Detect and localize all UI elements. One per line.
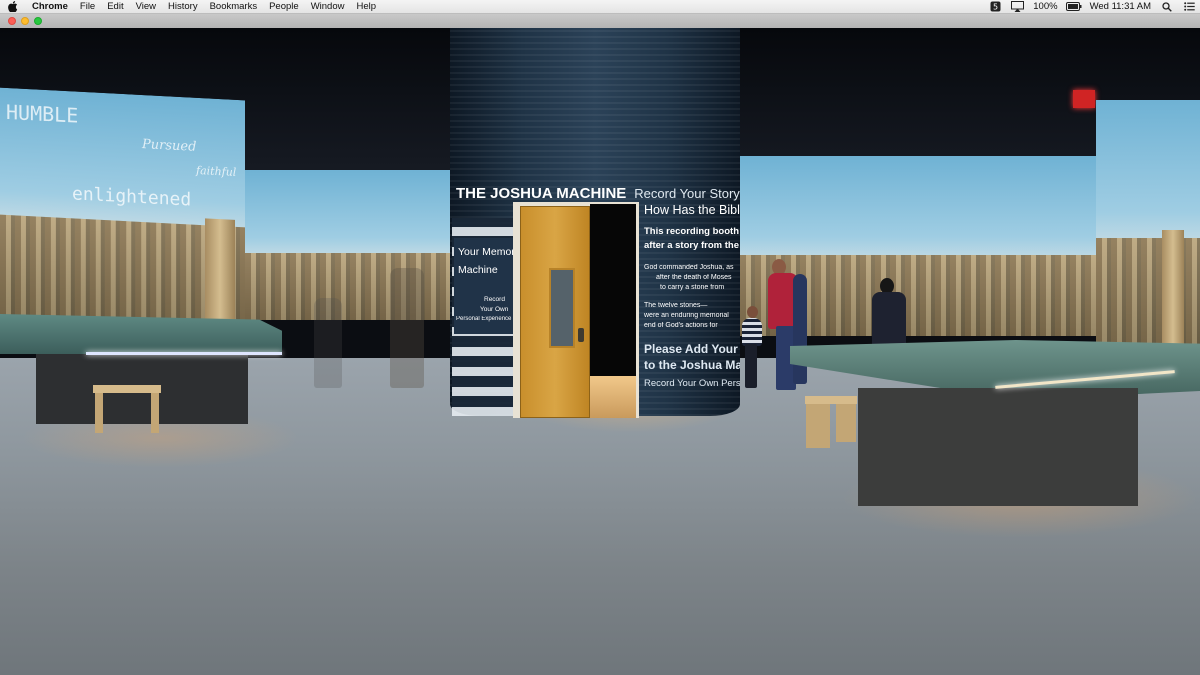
shield-badge-icon[interactable]: 5 [987, 0, 1003, 14]
projected-word-faithful: faithful [196, 163, 237, 179]
booth-door-window [549, 268, 575, 348]
booth-title: THE JOSHUA MACHINE Record Your Story [456, 182, 740, 204]
bell-tower [205, 218, 235, 330]
window-minimize-button[interactable] [21, 17, 29, 25]
booth-line-2: after a story from the [644, 240, 740, 251]
projected-word-pursued: Pursued [142, 137, 197, 155]
cta-line-2: to the Joshua Mac [644, 358, 740, 372]
memory-panel: Your Memory Machine [454, 238, 520, 294]
menu-bar-left: Chrome File Edit View History Bookmarks … [0, 0, 382, 14]
cta-line-3: Record Your Own Person [644, 378, 740, 389]
apple-icon[interactable] [0, 0, 26, 14]
booth-question: How Has the Bible [644, 203, 740, 217]
battery-icon[interactable] [1065, 0, 1082, 14]
body-text-1: God commanded Joshua, as [644, 264, 734, 271]
body-text-6: end of God's actions for [644, 322, 718, 329]
visitor-child-pants [745, 344, 757, 388]
exit-sign [1073, 90, 1095, 108]
booth-line-1: This recording booth is [644, 226, 740, 237]
projection-screen-far-right [1096, 100, 1200, 350]
battery-percent[interactable]: 100% [1028, 0, 1062, 14]
clock[interactable]: Wed 11:31 AM [1085, 0, 1156, 14]
record-line-2: Your Own [480, 306, 509, 313]
memory-line-1: Your Memory [458, 246, 521, 258]
record-line-3: Personal Experience [456, 316, 512, 322]
window-close-button[interactable] [8, 17, 16, 25]
body-text-4: The twelve stones— [644, 302, 708, 309]
window-fullscreen-button[interactable] [34, 17, 42, 25]
menu-bookmarks[interactable]: Bookmarks [204, 0, 264, 14]
menu-app-name[interactable]: Chrome [26, 0, 74, 14]
booth-title-main: THE JOSHUA MACHINE [456, 184, 627, 202]
stool-left-leg [95, 393, 103, 433]
body-text-5: were an enduring memorial [644, 312, 729, 319]
spotlight-search-icon[interactable] [1159, 0, 1175, 14]
projection-screen-left: HUMBLE enlightened Pursued faithful [0, 87, 245, 331]
body-text-2: after the death of Moses [656, 274, 732, 281]
stool-right [805, 396, 857, 404]
menu-bar: Chrome File Edit View History Bookmarks … [0, 0, 1200, 14]
menu-edit[interactable]: Edit [101, 0, 129, 14]
visitor-child-shirt [742, 318, 762, 346]
blurred-visitor-2 [314, 298, 342, 388]
record-panel: Record Your Own Personal Experience [454, 294, 514, 334]
booth-doorway-light [590, 376, 636, 418]
body-text-3: to carry a stone from [660, 284, 725, 291]
stool-right-leg-2 [836, 404, 856, 442]
notification-center-icon[interactable] [1181, 0, 1197, 14]
table-right-base [858, 388, 1138, 506]
blurred-visitor [390, 268, 424, 388]
memory-line-2: Machine [458, 264, 498, 276]
stool-right-leg [806, 404, 830, 448]
table-left-light-strip [86, 352, 282, 355]
stool-left-leg-2 [151, 393, 159, 433]
window-titlebar [0, 14, 1200, 28]
menu-bar-status: 5 100% Wed 11:31 AM [984, 0, 1200, 14]
stool-left [93, 385, 161, 393]
menu-view[interactable]: View [130, 0, 162, 14]
visitor-child-head [747, 306, 758, 318]
menu-file[interactable]: File [74, 0, 101, 14]
menu-help[interactable]: Help [350, 0, 382, 14]
projected-word-humble: HUMBLE [6, 99, 79, 128]
video-frame[interactable]: HUMBLE enlightened Pursued faithful Your… [0, 28, 1200, 675]
svg-text:5: 5 [993, 3, 998, 12]
booth-doorway [590, 204, 636, 376]
minaret-tower [1162, 230, 1184, 350]
airplay-icon[interactable] [1009, 0, 1025, 14]
interactive-table-left [0, 314, 282, 354]
booth-door-handle [578, 328, 584, 342]
booth-title-sub: Record Your Story [634, 185, 740, 201]
cta-line-1: Please Add Your [644, 342, 738, 356]
menu-people[interactable]: People [263, 0, 305, 14]
visitor-woman-body [872, 292, 906, 348]
menu-window[interactable]: Window [305, 0, 351, 14]
menu-history[interactable]: History [162, 0, 204, 14]
record-line-1: Record [484, 296, 505, 303]
visitor-adult-2 [793, 274, 807, 384]
